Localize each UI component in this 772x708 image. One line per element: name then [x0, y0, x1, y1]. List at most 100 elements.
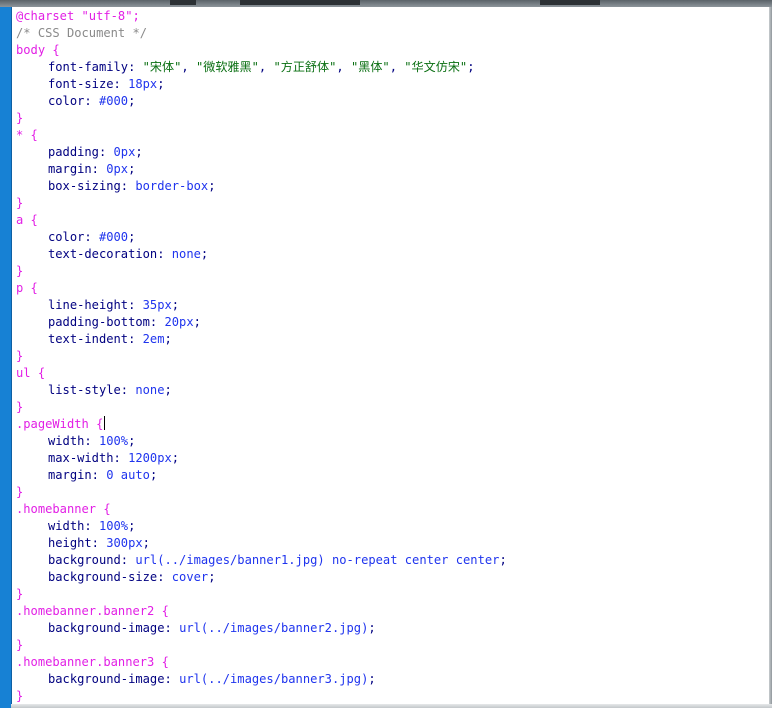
tab-edge — [540, 0, 600, 5]
css-property: text-decoration: — [48, 247, 165, 261]
css-comment: /* CSS Document */ — [16, 26, 148, 40]
css-value: #000 — [98, 230, 129, 244]
semicolon: ; — [499, 553, 507, 567]
css-string: "黑体" — [350, 60, 390, 74]
css-selector: .pageWidth { — [16, 417, 104, 431]
css-property: margin: — [48, 468, 99, 482]
code-line[interactable]: } — [16, 195, 507, 212]
css-value: 0px — [106, 162, 129, 176]
closing-brace: } — [16, 196, 24, 210]
css-property: text-indent: — [48, 332, 136, 346]
code-line[interactable]: } — [16, 484, 507, 501]
css-value: 35px — [142, 298, 172, 312]
css-string: "华文仿宋" — [404, 60, 468, 74]
comma: , — [181, 60, 196, 74]
semicolon: ; — [164, 332, 172, 346]
css-value: 0px — [113, 145, 136, 159]
css-property: box-sizing: — [48, 179, 129, 193]
css-value: 20px — [164, 315, 194, 329]
code-line[interactable]: .homebanner { — [16, 501, 507, 518]
css-property: color: — [48, 230, 92, 244]
css-property: height: — [48, 536, 99, 550]
code-line[interactable]: } — [16, 263, 507, 280]
code-line[interactable]: @charset "utf-8"; — [16, 8, 507, 25]
code-line[interactable]: font-family: "宋体", "微软雅黑", "方正舒体", "黑体",… — [16, 59, 507, 76]
horizontal-scrollbar[interactable] — [11, 704, 772, 708]
code-line[interactable]: } — [16, 688, 507, 705]
css-value: cover — [171, 570, 209, 584]
css-property: font-size: — [48, 77, 121, 91]
css-value: none — [135, 383, 165, 397]
closing-brace: } — [16, 264, 24, 278]
semicolon: ; — [368, 621, 376, 635]
code-line[interactable]: * { — [16, 127, 507, 144]
css-property: background-size: — [48, 570, 165, 584]
css-value: #000 — [98, 94, 129, 108]
code-line[interactable]: ul { — [16, 365, 507, 382]
code-line[interactable]: } — [16, 586, 507, 603]
code-line[interactable]: box-sizing: border-box; — [16, 178, 507, 195]
css-string: "微软雅黑" — [195, 60, 259, 74]
tab-strip — [0, 0, 772, 7]
css-property: margin: — [48, 162, 99, 176]
comma: , — [389, 60, 405, 74]
closing-brace: } — [16, 689, 24, 703]
code-line[interactable]: .homebanner.banner2 { — [16, 603, 507, 620]
code-line[interactable]: /* CSS Document */ — [16, 25, 507, 42]
tab-edge — [240, 0, 360, 5]
code-line[interactable]: p { — [16, 280, 507, 297]
code-line[interactable]: padding-bottom: 20px; — [16, 314, 507, 331]
code-line[interactable]: font-size: 18px; — [16, 76, 507, 93]
css-selector: * { — [16, 128, 38, 142]
code-line[interactable]: text-indent: 2em; — [16, 331, 507, 348]
code-line[interactable]: background-image: url(../images/banner3.… — [16, 671, 507, 688]
code-line[interactable]: padding: 0px; — [16, 144, 507, 161]
css-value: url(../images/banner1.jpg) no-repeat cen… — [135, 553, 500, 567]
css-property: width: — [48, 434, 92, 448]
code-line[interactable]: background-image: url(../images/banner2.… — [16, 620, 507, 637]
semicolon: ; — [208, 570, 216, 584]
code-line[interactable]: color: #000; — [16, 229, 507, 246]
code-editor-window: @charset "utf-8"; /* CSS Document */ body … — [0, 0, 772, 708]
code-line[interactable]: .pageWidth { — [16, 416, 507, 433]
css-value: 300px — [106, 536, 143, 550]
code-line[interactable]: width: 100%; — [16, 433, 507, 450]
css-property: font-family: — [48, 60, 136, 74]
comma: , — [336, 60, 351, 74]
code-line[interactable]: background-size: cover; — [16, 569, 507, 586]
code-line[interactable]: } — [16, 110, 507, 127]
code-line[interactable]: width: 100%; — [16, 518, 507, 535]
code-line[interactable]: background: url(../images/banner1.jpg) n… — [16, 552, 507, 569]
code-line[interactable]: margin: 0px; — [16, 161, 507, 178]
code-line[interactable]: a { — [16, 212, 507, 229]
code-line[interactable]: body { — [16, 42, 507, 59]
css-property: padding: — [48, 145, 107, 159]
css-selector: ul { — [16, 366, 46, 380]
css-string: "方正舒体" — [273, 60, 337, 74]
code-line[interactable]: line-height: 35px; — [16, 297, 507, 314]
code-line[interactable]: color: #000; — [16, 93, 507, 110]
code-line[interactable]: margin: 0 auto; — [16, 467, 507, 484]
code-line[interactable]: .homebanner.banner3 { — [16, 654, 507, 671]
closing-brace: } — [16, 400, 24, 414]
code-line[interactable]: list-style: none; — [16, 382, 507, 399]
closing-brace: } — [16, 638, 24, 652]
tab-edge — [170, 0, 196, 5]
code-line[interactable]: max-width: 1200px; — [16, 450, 507, 467]
code-line[interactable]: text-decoration: none; — [16, 246, 507, 263]
code-line[interactable]: height: 300px; — [16, 535, 507, 552]
css-selector: .homebanner { — [16, 502, 111, 516]
code-line[interactable]: } — [16, 348, 507, 365]
semicolon: ; — [193, 315, 201, 329]
code-line[interactable]: } — [16, 399, 507, 416]
semicolon: ; — [142, 536, 150, 550]
css-value: 18px — [128, 77, 158, 91]
semicolon: ; — [164, 383, 172, 397]
semicolon: ; — [149, 468, 158, 482]
css-value: 0 auto — [106, 468, 150, 482]
code-area[interactable]: @charset "utf-8"; /* CSS Document */ body … — [16, 8, 507, 705]
code-line[interactable]: } — [16, 637, 507, 654]
css-selector: body { — [16, 43, 60, 57]
css-selector: .homebanner.banner3 { — [16, 655, 169, 669]
css-value: 100% — [98, 434, 129, 448]
